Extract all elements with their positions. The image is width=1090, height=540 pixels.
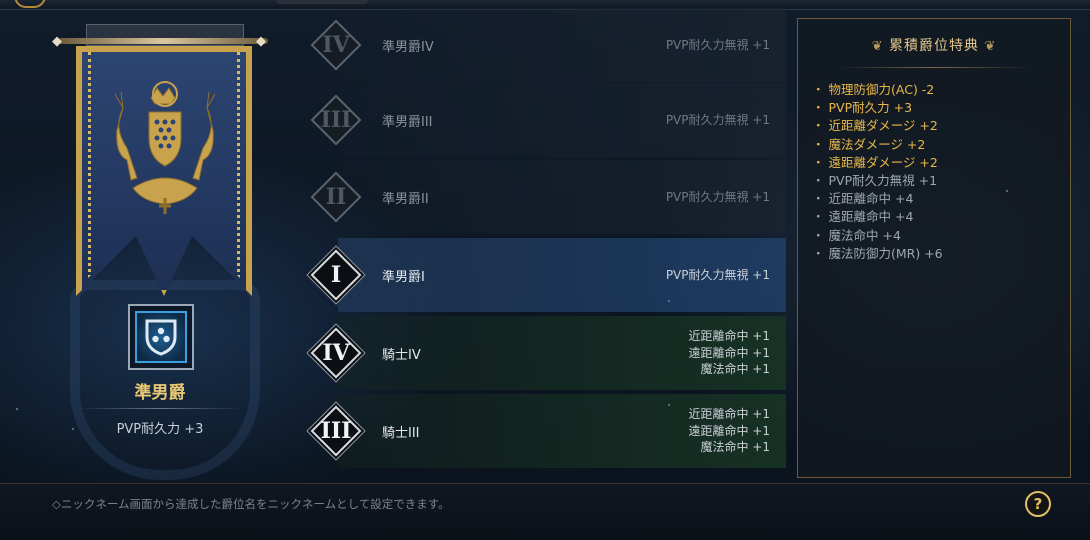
tier-effect-line: 近距離命中 +1 xyxy=(688,407,770,422)
tier-row[interactable]: IV 騎士IV 近距離命中 +1 遠距離命中 +1 魔法命中 +1 xyxy=(310,316,786,390)
perk-item: 物理防御力(AC) -2 xyxy=(812,81,943,99)
tier-effects: PVP耐久力無視 +1 xyxy=(666,160,770,234)
tier-effects: PVP耐久力無視 +1 xyxy=(666,83,770,157)
tier-row[interactable]: III 準男爵III PVP耐久力無視 +1 xyxy=(310,83,786,157)
tier-numeral: III xyxy=(320,107,352,133)
tier-diamond-icon: IV xyxy=(310,19,362,71)
stag-crest-icon xyxy=(114,81,216,214)
tier-effect-line: PVP耐久力無視 +1 xyxy=(665,112,770,127)
rank-emblem xyxy=(128,304,194,370)
laurel-right-icon: ❦ xyxy=(984,39,997,54)
tier-effect-line: 遠距離命中 +1 xyxy=(688,345,770,360)
perk-list: 物理防御力(AC) -2PVP耐久力 +3近距離ダメージ +2魔法ダメージ +2… xyxy=(812,81,943,263)
tier-effect-line: 近距離命中 +1 xyxy=(688,329,770,344)
tier-effect-line: 魔法命中 +1 xyxy=(700,362,770,377)
laurel-left-icon: ❦ xyxy=(871,39,884,54)
tier-effects: PVP耐久力無視 +1 xyxy=(666,238,770,312)
help-button[interactable]: ? xyxy=(1025,491,1051,517)
tier-name: 準男爵III xyxy=(382,114,433,130)
tier-effects: 近距離命中 +1 遠距離命中 +1 魔法命中 +1 xyxy=(688,316,770,390)
tier-name: 準男爵IV xyxy=(382,39,434,55)
tier-numeral: III xyxy=(320,418,352,444)
divider xyxy=(78,408,242,409)
perk-item: 魔法命中 +4 xyxy=(812,227,943,245)
nickname-hint-text: ◇ニックネーム画面から達成した爵位名をニックネームとして設定できます。 xyxy=(52,497,450,511)
rod-tip-right-icon: ◆ xyxy=(256,34,266,49)
perk-item: 遠距離ダメージ +2 xyxy=(812,154,943,172)
perk-item: 近距離ダメージ +2 xyxy=(812,117,943,135)
perk-item: 遠距離命中 +4 xyxy=(812,208,943,226)
tier-list[interactable]: IV 準男爵IV PVP耐久力無視 +1 III 準男爵III PVP耐久力無視 +1 II… xyxy=(300,0,790,483)
rank-banner-area: ◆ ◆ 準男爵 PVP耐久力 +3 xyxy=(0,10,300,485)
rank-shield-icon xyxy=(135,311,187,363)
tier-row[interactable]: II 準男爵II PVP耐久力無視 +1 xyxy=(310,160,786,234)
sparkle xyxy=(16,408,18,410)
tier-numeral: IV xyxy=(322,340,350,366)
sparkle xyxy=(72,428,74,430)
cumulative-perks-panel: ❦ 累積爵位特典 ❦ 物理防御力(AC) -2PVP耐久力 +3近距離ダメージ … xyxy=(797,18,1071,478)
rod-tip-left-icon: ◆ xyxy=(52,34,62,49)
tier-diamond-icon: I xyxy=(310,249,362,301)
sparkle xyxy=(668,300,670,302)
tier-effect-line: PVP耐久力無視 +1 xyxy=(665,37,770,52)
tier-name: 準男爵II xyxy=(382,191,429,207)
tier-effects: PVP耐久力無視 +1 xyxy=(666,8,770,82)
tier-diamond-icon: III xyxy=(310,94,362,146)
perks-title-text: 累積爵位特典 xyxy=(889,38,979,54)
tier-row[interactable]: IV 準男爵IV PVP耐久力無視 +1 xyxy=(310,8,786,82)
perk-item: 魔法防御力(MR) +6 xyxy=(812,245,943,263)
tier-numeral: I xyxy=(330,262,342,288)
tier-name: 騎士III xyxy=(382,425,420,441)
tier-effects: 近距離命中 +1 遠距離命中 +1 魔法命中 +1 xyxy=(688,394,770,468)
tier-name: 準男爵I xyxy=(382,269,425,285)
sparkle xyxy=(668,404,670,406)
tier-name: 騎士IV xyxy=(382,347,421,363)
rank-bonus-text: PVP耐久力 +3 xyxy=(116,422,204,437)
divider xyxy=(838,67,1030,68)
perk-item: PVP耐久力 +3 xyxy=(812,99,943,117)
footer-bar: ◇ニックネーム画面から達成した爵位名をニックネームとして設定できます。 ? xyxy=(0,483,1090,540)
perks-panel-title: ❦ 累積爵位特典 ❦ xyxy=(798,35,1070,55)
tier-numeral: IV xyxy=(322,32,350,58)
rank-title: 準男爵 xyxy=(134,383,186,403)
tier-diamond-icon: III xyxy=(310,405,362,457)
tier-diamond-icon: II xyxy=(310,171,362,223)
top-emblem-icon xyxy=(14,0,46,8)
tier-effect-line: PVP耐久力無視 +1 xyxy=(665,189,770,204)
tier-effect-line: 遠距離命中 +1 xyxy=(688,423,770,438)
perk-item: 近距離命中 +4 xyxy=(812,190,943,208)
tier-row[interactable]: I 準男爵I PVP耐久力無視 +1 xyxy=(310,238,786,312)
tier-numeral: II xyxy=(325,184,347,210)
banner-rod xyxy=(58,38,268,44)
tier-effect-line: PVP耐久力無視 +1 xyxy=(665,267,770,282)
tier-diamond-icon: IV xyxy=(310,327,362,379)
perk-item: 魔法ダメージ +2 xyxy=(812,136,943,154)
perk-item: PVP耐久力無視 +1 xyxy=(812,172,943,190)
tier-effect-line: 魔法命中 +1 xyxy=(700,440,770,455)
sparkle xyxy=(1006,190,1008,192)
tier-row[interactable]: III 騎士III 近距離命中 +1 遠距離命中 +1 魔法命中 +1 xyxy=(310,394,786,468)
